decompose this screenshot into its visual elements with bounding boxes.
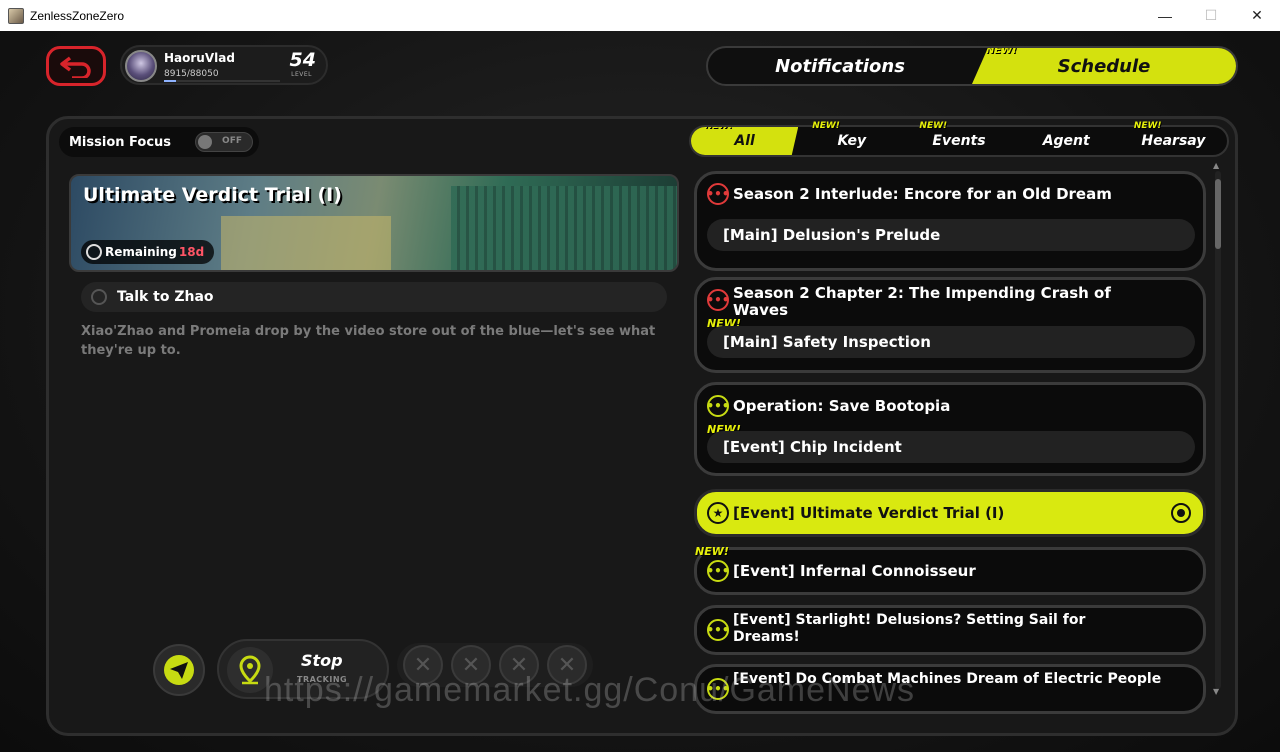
- banner-storefront: [221, 216, 391, 270]
- quest-card-sub: [Event] Chip Incident: [707, 431, 1195, 463]
- quest-card[interactable]: NEW! ••• [Event] Infernal Connoisseur: [694, 545, 1206, 595]
- objective-checkbox-icon: [91, 289, 107, 305]
- send-button[interactable]: [153, 644, 205, 696]
- quest-card[interactable]: ••• Operation: Save Bootopia NEW! [Event…: [694, 382, 1206, 476]
- game-screen: HaoruVlad 8915/88050 54 LEVEL Notificati…: [0, 31, 1280, 752]
- remaining-time: Remaining 18d: [81, 240, 215, 264]
- tab-schedule[interactable]: NEW! Schedule: [972, 48, 1236, 84]
- new-badge: NEW!: [812, 121, 840, 131]
- quest-list-scrollbar[interactable]: [1215, 171, 1221, 689]
- new-badge: NEW!: [919, 121, 948, 131]
- quest-card-title: [Event] Starlight! Delusions? Setting Sa…: [733, 612, 1086, 645]
- filter-tab-bar: NEW! All NEW! Key NEW! Events Agent NEW!…: [689, 121, 1229, 157]
- watermark: https://gamemarket.gg/Conu/GameNews: [264, 671, 916, 709]
- close-button[interactable]: ✕: [1234, 0, 1280, 31]
- quest-status-icon: •••: [707, 289, 730, 311]
- quest-card-title: [Event] Ultimate Verdict Trial (I): [733, 504, 1005, 522]
- exp-bar: [164, 80, 280, 82]
- quest-card[interactable]: ••• Season 2 Interlude: Encore for an Ol…: [694, 171, 1206, 271]
- new-badge: NEW!: [705, 121, 733, 131]
- quest-card-title: [Event] Infernal Connoisseur: [733, 562, 976, 580]
- quest-banner: Ultimate Verdict Trial (I) Remaining 18d: [69, 174, 679, 272]
- objective-text: Talk to Zhao: [117, 289, 214, 305]
- window-controls: — ☐ ✕: [1142, 0, 1280, 31]
- tab-notifications[interactable]: Notifications: [708, 48, 972, 84]
- player-exp: 8915/88050: [164, 69, 219, 79]
- quest-status-icon: •••: [707, 395, 730, 417]
- banner-building: [451, 186, 677, 270]
- scroll-down-icon[interactable]: ▼: [1213, 687, 1219, 696]
- player-name: HaoruVlad: [164, 51, 235, 65]
- new-badge: NEW!: [986, 45, 1017, 56]
- quest-card-selected[interactable]: ★ [Event] Ultimate Verdict Trial (I): [694, 489, 1206, 537]
- quest-list: ••• Season 2 Interlude: Encore for an Ol…: [694, 171, 1206, 731]
- clock-icon: [86, 244, 102, 260]
- window-titlebar: ZenlessZoneZero — ☐ ✕: [0, 0, 1280, 31]
- filter-all-label: All: [734, 133, 755, 149]
- quest-description: Xiao'Zhao and Promeia drop by the video …: [81, 324, 656, 358]
- quest-card-sub: [Main] Safety Inspection: [707, 326, 1195, 358]
- quest-card-title: Operation: Save Bootopia: [733, 397, 951, 415]
- level-label: LEVEL: [291, 71, 312, 78]
- quest-status-icon: •••: [707, 619, 730, 641]
- stop-label: Stop: [301, 651, 343, 670]
- tracking-pin-icon: [1171, 503, 1191, 523]
- quest-card[interactable]: ••• [Event] Starlight! Delusions? Settin…: [694, 605, 1206, 655]
- tab-notifications-label: Notifications: [775, 55, 905, 77]
- paper-plane-icon: [164, 655, 194, 685]
- quest-card-title: Season 2 Interlude: Encore for an Old Dr…: [733, 185, 1112, 203]
- toggle-knob: [198, 135, 212, 149]
- avatar: [125, 50, 157, 82]
- filter-key-label: Key: [837, 133, 867, 149]
- filter-all[interactable]: NEW! All: [691, 127, 799, 155]
- maximize-button[interactable]: ☐: [1188, 0, 1234, 31]
- filter-hearsay-label: Hearsay: [1141, 133, 1206, 149]
- back-button[interactable]: [46, 46, 106, 86]
- app-icon: [8, 7, 24, 24]
- star-icon: ★: [707, 502, 729, 524]
- quest-status-icon: •••: [707, 560, 730, 582]
- filter-hearsay[interactable]: NEW! Hearsay: [1120, 121, 1227, 155]
- mission-focus: Mission Focus OFF: [59, 127, 259, 157]
- top-tab-bar: Notifications NEW! Schedule: [706, 46, 1238, 86]
- quest-title: Ultimate Verdict Trial (I): [83, 184, 342, 206]
- new-badge: NEW!: [695, 545, 729, 558]
- scroll-thumb[interactable]: [1215, 179, 1221, 249]
- remaining-label: Remaining: [105, 245, 177, 259]
- quest-card[interactable]: ••• Season 2 Chapter 2: The Impending Cr…: [694, 277, 1206, 373]
- remaining-days: 18d: [178, 245, 205, 259]
- back-arrow-icon: [60, 56, 91, 78]
- minimize-button[interactable]: —: [1142, 0, 1188, 31]
- toggle-state: OFF: [222, 136, 242, 146]
- player-profile[interactable]: HaoruVlad 8915/88050 54 LEVEL: [120, 45, 328, 85]
- mission-focus-toggle[interactable]: OFF: [195, 132, 253, 152]
- scroll-up-icon[interactable]: ▲: [1213, 161, 1219, 170]
- tab-schedule-label: Schedule: [1057, 55, 1151, 77]
- quest-status-icon: •••: [707, 183, 730, 205]
- mission-focus-label: Mission Focus: [69, 134, 172, 150]
- schedule-panel: Mission Focus OFF Ultimate Verdict Trial…: [46, 116, 1238, 736]
- filter-agent-label: Agent: [1042, 133, 1090, 149]
- filter-agent[interactable]: Agent: [1013, 127, 1120, 155]
- objective-item[interactable]: Talk to Zhao: [81, 282, 667, 312]
- window-title: ZenlessZoneZero: [30, 8, 125, 23]
- new-badge: NEW!: [1133, 121, 1162, 131]
- filter-events-label: Events: [932, 133, 986, 149]
- exp-bar-fill: [164, 80, 176, 82]
- filter-events[interactable]: NEW! Events: [905, 121, 1012, 155]
- filter-key[interactable]: NEW! Key: [798, 121, 905, 155]
- player-level: 54: [289, 49, 316, 71]
- quest-card-sub: [Main] Delusion's Prelude: [707, 219, 1195, 251]
- quest-card-title: Season 2 Chapter 2: The Impending Crash …: [733, 284, 1111, 319]
